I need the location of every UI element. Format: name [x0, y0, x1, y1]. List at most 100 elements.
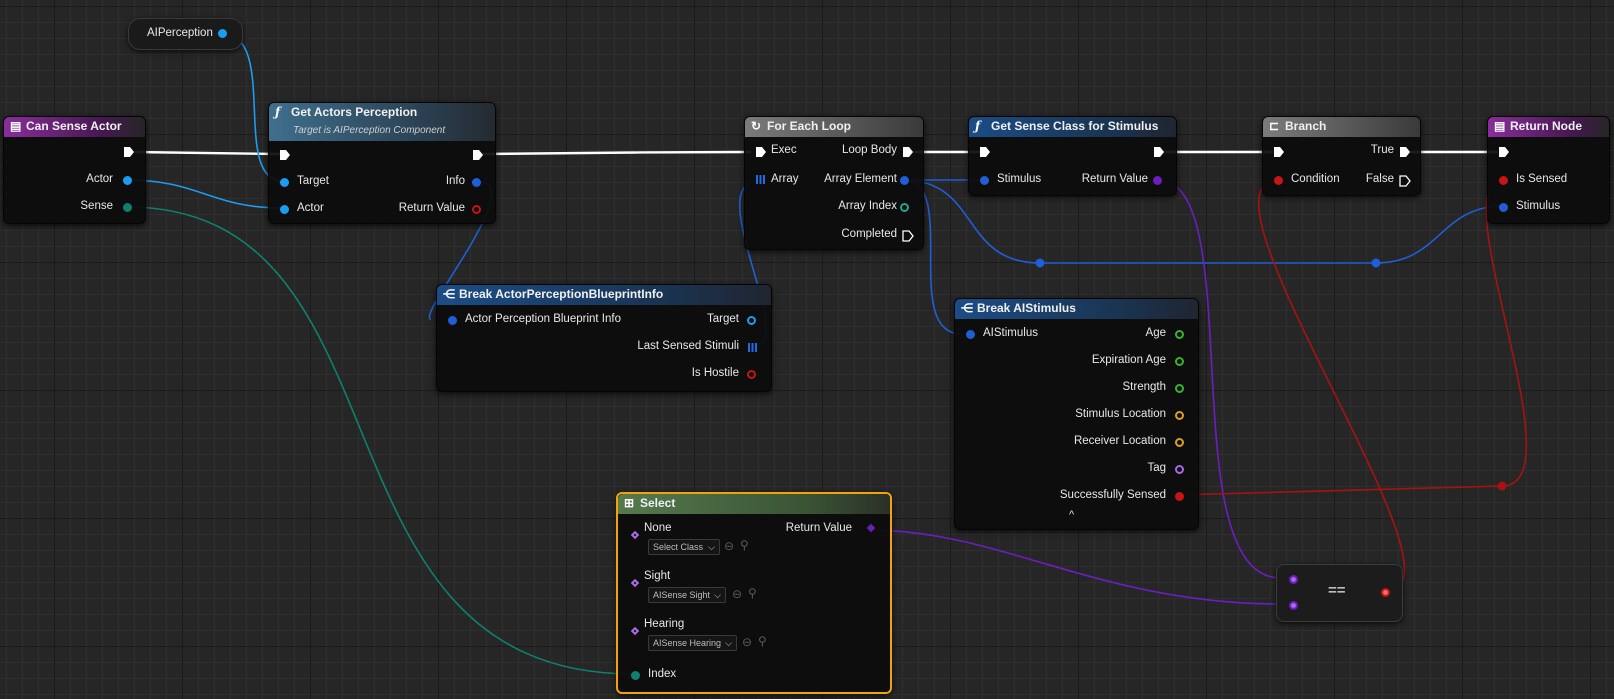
- get-actors-perception-header[interactable]: ƒ Get Actors Perception Target is AIPerc…: [269, 103, 495, 141]
- get-sense-class-node[interactable]: ƒ Get Sense Class for Stimulus Stimulus …: [968, 116, 1177, 196]
- stimulus-input-pin[interactable]: [980, 176, 989, 185]
- break-aistimulus-node[interactable]: ⋲ Break AIStimulus AIStimulus Age Expira…: [954, 298, 1199, 530]
- condition-input-pin[interactable]: [1274, 176, 1283, 185]
- for-each-loop-node[interactable]: ↻ For Each Loop Exec Array Loop Body Arr…: [744, 116, 924, 250]
- array-input-pin[interactable]: [756, 175, 765, 184]
- break-struct-icon: ⋲: [961, 301, 973, 315]
- aiperception-label: AIPerception: [147, 27, 213, 39]
- sense-output-pin[interactable]: [123, 203, 132, 212]
- break-aistimulus-header[interactable]: ⋲ Break AIStimulus: [955, 299, 1198, 319]
- loop-body-exec-pin[interactable]: [902, 146, 914, 158]
- browse-icon[interactable]: ⚲: [748, 586, 757, 600]
- return-node[interactable]: ▤ Return Node Is Sensed Stimulus: [1487, 116, 1610, 224]
- use-selected-icon[interactable]: ⊖: [742, 635, 752, 649]
- index-pin-label: Index: [648, 668, 677, 680]
- option-hearing-dropdown[interactable]: AISense Hearing ⌵: [648, 635, 737, 651]
- array-element-pin-label: Array Element: [824, 173, 897, 185]
- can-sense-actor-header[interactable]: ▤ Can Sense Actor: [4, 117, 145, 137]
- branch-header[interactable]: ⊏ Branch: [1263, 117, 1420, 137]
- array-element-output-pin[interactable]: [900, 176, 909, 185]
- use-selected-icon[interactable]: ⊖: [732, 587, 742, 601]
- exec-in-pin[interactable]: [979, 146, 991, 158]
- aiperception-output-pin[interactable]: [218, 29, 227, 38]
- option-sight-pin[interactable]: [630, 578, 640, 588]
- actor-pin-label: Actor: [297, 202, 324, 214]
- return-value-output-pin[interactable]: [472, 205, 481, 214]
- equals-input-a-pin[interactable]: [1289, 575, 1298, 584]
- option-sight-dropdown[interactable]: AISense Sight ⌵: [648, 587, 726, 603]
- aiperception-getter-node[interactable]: AIPerception: [128, 18, 243, 50]
- target-input-pin[interactable]: [280, 178, 289, 187]
- stimulus-location-output-pin[interactable]: [1175, 411, 1184, 420]
- select-node[interactable]: ⊞ Select None Select Class ⌵ ⊖ ⚲ Sight A…: [616, 492, 892, 694]
- function-icon: ƒ: [275, 105, 281, 119]
- strength-output-pin[interactable]: [1175, 384, 1184, 393]
- aistimulus-input-pin[interactable]: [966, 330, 975, 339]
- equals-input-b-pin[interactable]: [1289, 601, 1298, 610]
- wire-actor-actor: [126, 179, 284, 209]
- option-none-pin[interactable]: [630, 530, 640, 540]
- wire-sensed-return: [1178, 179, 1528, 496]
- last-sensed-stimuli-pin-label: Last Sensed Stimuli: [637, 340, 739, 352]
- break-perception-info-header[interactable]: ⋲ Break ActorPerceptionBlueprintInfo: [437, 285, 771, 305]
- receiver-location-output-pin[interactable]: [1175, 438, 1184, 447]
- equals-output-pin[interactable]: [1381, 588, 1390, 597]
- perception-info-input-pin[interactable]: [448, 316, 457, 325]
- break-perception-info-node[interactable]: ⋲ Break ActorPerceptionBlueprintInfo Act…: [436, 284, 772, 392]
- return-node-header[interactable]: ▤ Return Node: [1488, 117, 1609, 137]
- info-pin-label: Info: [445, 175, 465, 187]
- exec-out-pin[interactable]: [1153, 146, 1165, 158]
- branch-node[interactable]: ⊏ Branch Condition True False: [1262, 116, 1421, 196]
- age-output-pin[interactable]: [1175, 330, 1184, 339]
- successfully-sensed-output-pin[interactable]: [1175, 492, 1184, 501]
- use-selected-icon[interactable]: ⊖: [724, 539, 734, 553]
- actor-output-pin[interactable]: [123, 176, 132, 185]
- break-perception-info-title: Break ActorPerceptionBlueprintInfo: [459, 287, 664, 301]
- exec-in-pin[interactable]: [1273, 146, 1285, 158]
- get-sense-class-header[interactable]: ƒ Get Sense Class for Stimulus: [969, 117, 1176, 137]
- branch-title: Branch: [1285, 119, 1327, 133]
- return-value-output-pin[interactable]: [866, 523, 876, 533]
- exec-pin-label: Exec: [771, 144, 797, 156]
- option-hearing-value: AISense Hearing: [653, 638, 722, 648]
- browse-icon[interactable]: ⚲: [740, 538, 749, 552]
- class-output-pin[interactable]: [1153, 176, 1162, 185]
- get-actors-perception-node[interactable]: ƒ Get Actors Perception Target is AIPerc…: [268, 102, 496, 224]
- strength-pin-label: Strength: [1122, 381, 1166, 393]
- can-sense-actor-node[interactable]: ▤ Can Sense Actor Actor Sense: [3, 116, 146, 224]
- target-output-pin[interactable]: [747, 316, 756, 325]
- index-input-pin[interactable]: [631, 671, 640, 680]
- true-exec-pin[interactable]: [1399, 146, 1411, 158]
- chevron-up-icon[interactable]: ^: [1069, 509, 1074, 521]
- option-none-dropdown[interactable]: Select Class ⌵: [648, 539, 720, 555]
- array-index-output-pin[interactable]: [900, 203, 909, 212]
- option-none-value: Select Class: [653, 542, 704, 552]
- function-icon: ƒ: [975, 119, 981, 133]
- option-hearing-pin[interactable]: [630, 626, 640, 636]
- browse-icon[interactable]: ⚲: [758, 634, 767, 648]
- info-output-pin[interactable]: [472, 178, 481, 187]
- exec-in-pin[interactable]: [279, 149, 291, 161]
- perception-info-pin-label: Actor Perception Blueprint Info: [465, 313, 621, 325]
- exec-out-pin[interactable]: [472, 149, 484, 161]
- is-hostile-output-pin[interactable]: [747, 370, 756, 379]
- chevron-down-icon: ⌵: [725, 638, 732, 648]
- option-hearing-label: Hearing: [644, 618, 685, 630]
- is-sensed-pin-label: Is Sensed: [1516, 173, 1568, 185]
- false-exec-pin[interactable]: [1399, 175, 1411, 187]
- stimulus-input-pin[interactable]: [1499, 203, 1508, 212]
- last-sensed-stimuli-array-pin[interactable]: [748, 343, 757, 352]
- tag-output-pin[interactable]: [1175, 465, 1184, 474]
- expiration-age-output-pin[interactable]: [1175, 357, 1184, 366]
- equals-node[interactable]: ==: [1276, 564, 1403, 622]
- completed-exec-pin[interactable]: [902, 230, 914, 242]
- select-header[interactable]: ⊞ Select: [618, 494, 890, 514]
- for-each-loop-header[interactable]: ↻ For Each Loop: [745, 117, 923, 137]
- exec-in-pin[interactable]: [1498, 146, 1510, 158]
- actor-input-pin[interactable]: [280, 205, 289, 214]
- target-pin-label: Target: [707, 313, 739, 325]
- wire-sense-index: [126, 206, 634, 675]
- is-sensed-input-pin[interactable]: [1499, 176, 1508, 185]
- exec-out-pin[interactable]: [123, 146, 135, 158]
- exec-in-pin[interactable]: [755, 146, 767, 158]
